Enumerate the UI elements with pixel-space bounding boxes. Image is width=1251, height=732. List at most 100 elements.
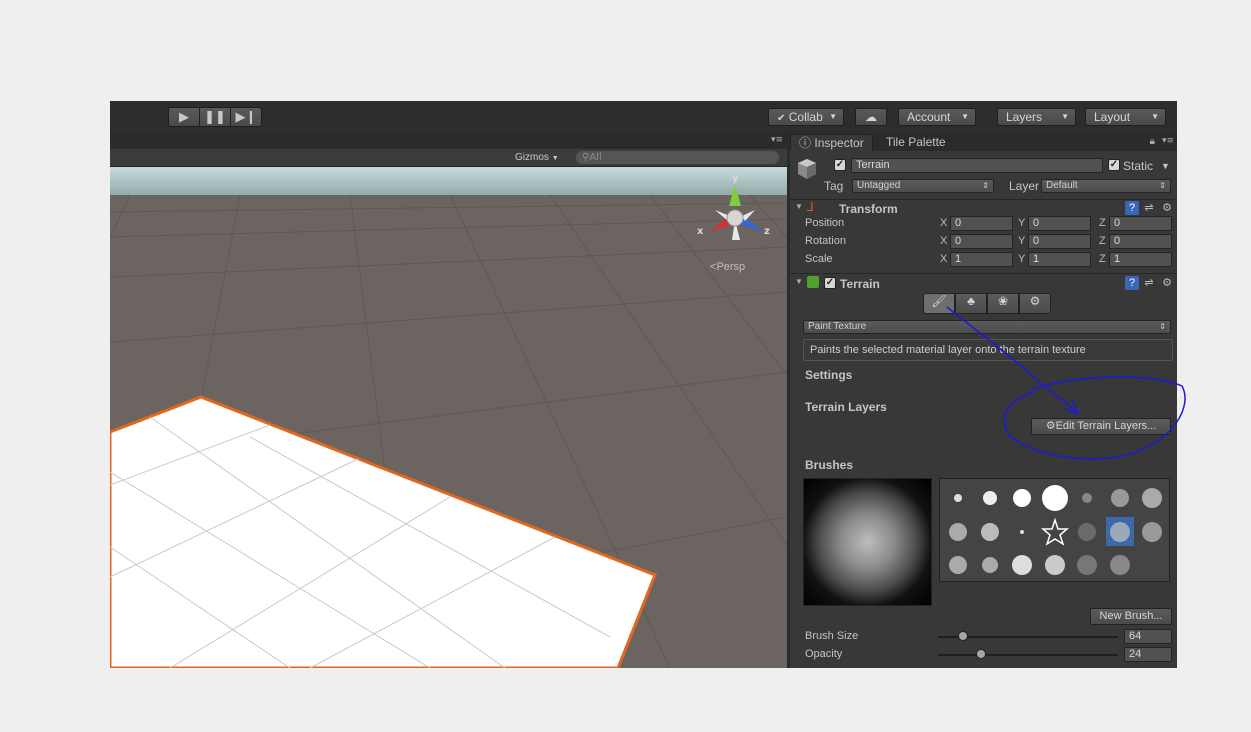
static-label: Static — [1123, 159, 1154, 173]
terrain-enabled-checkbox[interactable]: ✓ — [824, 277, 836, 289]
terrain-mode-dropdown[interactable]: Paint Texture ⇕ — [803, 320, 1171, 334]
terrain-mode-value: Paint Texture — [808, 321, 867, 332]
foldout-arrow-icon: ▼ — [795, 202, 803, 211]
position-x-field[interactable]: 0 — [950, 216, 1013, 231]
terrain-settings-tool-button[interactable]: ⚙ — [1019, 293, 1051, 314]
opacity-label: Opacity — [805, 648, 843, 660]
layout-dropdown[interactable]: Layout ▼ — [1085, 108, 1166, 126]
opacity-slider-thumb[interactable] — [976, 649, 987, 659]
lock-icon[interactable]: 🔒︎ — [1150, 136, 1155, 147]
scene-search-input[interactable]: ⚲All — [576, 151, 779, 164]
step-button[interactable]: ▶❙ — [230, 107, 262, 127]
brush-size-field[interactable]: 64 — [1124, 629, 1172, 644]
tab-tile-palette[interactable]: Tile Palette — [878, 134, 954, 151]
gear-icon: ⚙ — [1029, 294, 1041, 308]
brush-grid — [939, 478, 1170, 582]
updown-icon: ⇕ — [1159, 322, 1166, 331]
scale-x-field[interactable]: 1 — [950, 252, 1013, 267]
transform-icon: ⅃ — [807, 200, 814, 214]
layout-label: Layout — [1094, 110, 1131, 124]
scene-view[interactable]: y x z <Persp — [110, 167, 787, 668]
layers-dropdown[interactable]: Layers ▼ — [997, 108, 1076, 126]
panel-menu-icon[interactable]: ▾≡ — [771, 135, 783, 145]
pause-icon: ❚❚ — [204, 109, 226, 125]
settings-label: Settings — [805, 368, 853, 382]
gear-icon[interactable]: ⚙ — [1160, 201, 1174, 215]
new-brush-button[interactable]: New Brush... — [1090, 608, 1172, 625]
play-button[interactable]: ▶ — [168, 107, 200, 127]
gear-icon[interactable]: ⚙ — [1160, 276, 1174, 290]
position-y-field[interactable]: 0 — [1028, 216, 1091, 231]
axis-x-label: X — [940, 235, 948, 247]
orientation-gizmo[interactable] — [698, 172, 778, 252]
play-icon: ▶ — [179, 109, 189, 125]
rotation-x-field[interactable]: 0 — [950, 234, 1013, 249]
chevron-down-icon[interactable]: ▼ — [1161, 161, 1170, 171]
axis-z-label: Z — [1099, 217, 1106, 229]
brush-thumbnails — [949, 485, 1162, 575]
terrain-layers-label: Terrain Layers — [805, 400, 887, 414]
layer-value: Default — [1046, 180, 1078, 191]
preset-icon[interactable]: ⇌ — [1142, 201, 1156, 215]
help-icon[interactable]: ? — [1125, 276, 1139, 290]
paint-trees-tool-button[interactable]: ♣ — [955, 293, 987, 314]
chevron-down-icon: ▼ — [551, 155, 559, 162]
pause-button[interactable]: ❚❚ — [199, 107, 231, 127]
scale-y-field[interactable]: 1 — [1028, 252, 1091, 267]
tag-label: Tag — [824, 179, 844, 193]
tab-inspector[interactable]: ⓘ Inspector — [790, 134, 873, 151]
scene-tab-strip: ▾≡ — [110, 133, 787, 149]
terrain-header[interactable]: ▼ ✓ Terrain ? ⇌ ⚙ — [790, 273, 1177, 291]
tag-value: Untagged — [857, 180, 901, 191]
projection-label[interactable]: <Persp — [710, 261, 745, 273]
brush-size-slider-thumb[interactable] — [958, 631, 969, 641]
collab-dropdown[interactable]: ✔ Collab ▼ — [768, 108, 844, 126]
brush-size-label: Brush Size — [805, 630, 859, 642]
scene-render — [110, 167, 787, 668]
inspector-tab-strip: ⓘ Inspector Tile Palette 🔒︎ ▾≡ — [790, 133, 1177, 151]
preset-icon[interactable]: ⇌ — [1142, 276, 1156, 290]
main-toolbar: ▶ ❚❚ ▶❙ ✔ Collab ▼ ☁ Account ▼ Layers ▼ … — [110, 101, 1177, 133]
paint-details-tool-button[interactable]: ❀ — [987, 293, 1019, 314]
layer-dropdown[interactable]: Default ⇕ — [1041, 179, 1171, 193]
terrain-icon — [807, 276, 819, 288]
cloud-button[interactable]: ☁ — [855, 108, 887, 126]
gizmo-axis-x: x — [697, 226, 704, 237]
scene-toolbar: Gizmos ▼ ⚲All — [110, 149, 787, 167]
account-label: Account — [907, 110, 951, 124]
tool-description-text: Paints the selected material layer onto … — [810, 344, 1086, 356]
help-icon[interactable]: ? — [1125, 201, 1139, 215]
layers-label: Layers — [1006, 110, 1043, 124]
edit-terrain-layers-button[interactable]: ⚙Edit Terrain Layers... — [1031, 418, 1171, 435]
step-icon: ▶❙ — [235, 109, 257, 125]
chevron-down-icon: ▼ — [961, 112, 969, 121]
edit-terrain-layers-label: Edit Terrain Layers... — [1055, 420, 1157, 432]
static-checkbox[interactable]: ✓ — [1108, 159, 1120, 171]
transform-header[interactable]: ▼ ⅃ Transform ? ⇌ ⚙ — [790, 199, 1177, 217]
opacity-slider-track[interactable] — [938, 654, 1118, 656]
transform-title: Transform — [839, 202, 898, 216]
axis-x-label: X — [940, 253, 948, 265]
rotation-y-field[interactable]: 0 — [1028, 234, 1091, 249]
rotation-z-field[interactable]: 0 — [1109, 234, 1172, 249]
new-brush-label: New Brush... — [1099, 610, 1163, 622]
axis-y-label: Y — [1018, 235, 1026, 247]
axis-y-label: Y — [1018, 253, 1026, 265]
cube-icon — [797, 158, 817, 180]
cloud-icon: ☁ — [865, 110, 877, 124]
object-name-field[interactable]: Terrain — [851, 158, 1103, 173]
active-checkbox[interactable]: ✓ — [834, 159, 846, 171]
gizmo-axis-y: y — [732, 173, 739, 184]
scale-z-field[interactable]: 1 — [1109, 252, 1172, 267]
chevron-down-icon: ▼ — [1151, 112, 1159, 121]
tag-dropdown[interactable]: Untagged ⇕ — [852, 179, 994, 193]
opacity-field[interactable]: 24 — [1124, 647, 1172, 662]
gizmos-dropdown[interactable]: Gizmos ▼ — [515, 151, 559, 165]
paint-terrain-tool-button[interactable]: 🖌︎ — [923, 293, 955, 314]
gear-icon: ⚙ — [1045, 420, 1056, 432]
axis-z-label: Z — [1099, 253, 1106, 265]
account-dropdown[interactable]: Account ▼ — [898, 108, 976, 126]
gizmos-label: Gizmos — [515, 152, 549, 163]
position-z-field[interactable]: 0 — [1109, 216, 1172, 231]
panel-menu-icon[interactable]: ▾≡ — [1162, 136, 1174, 146]
